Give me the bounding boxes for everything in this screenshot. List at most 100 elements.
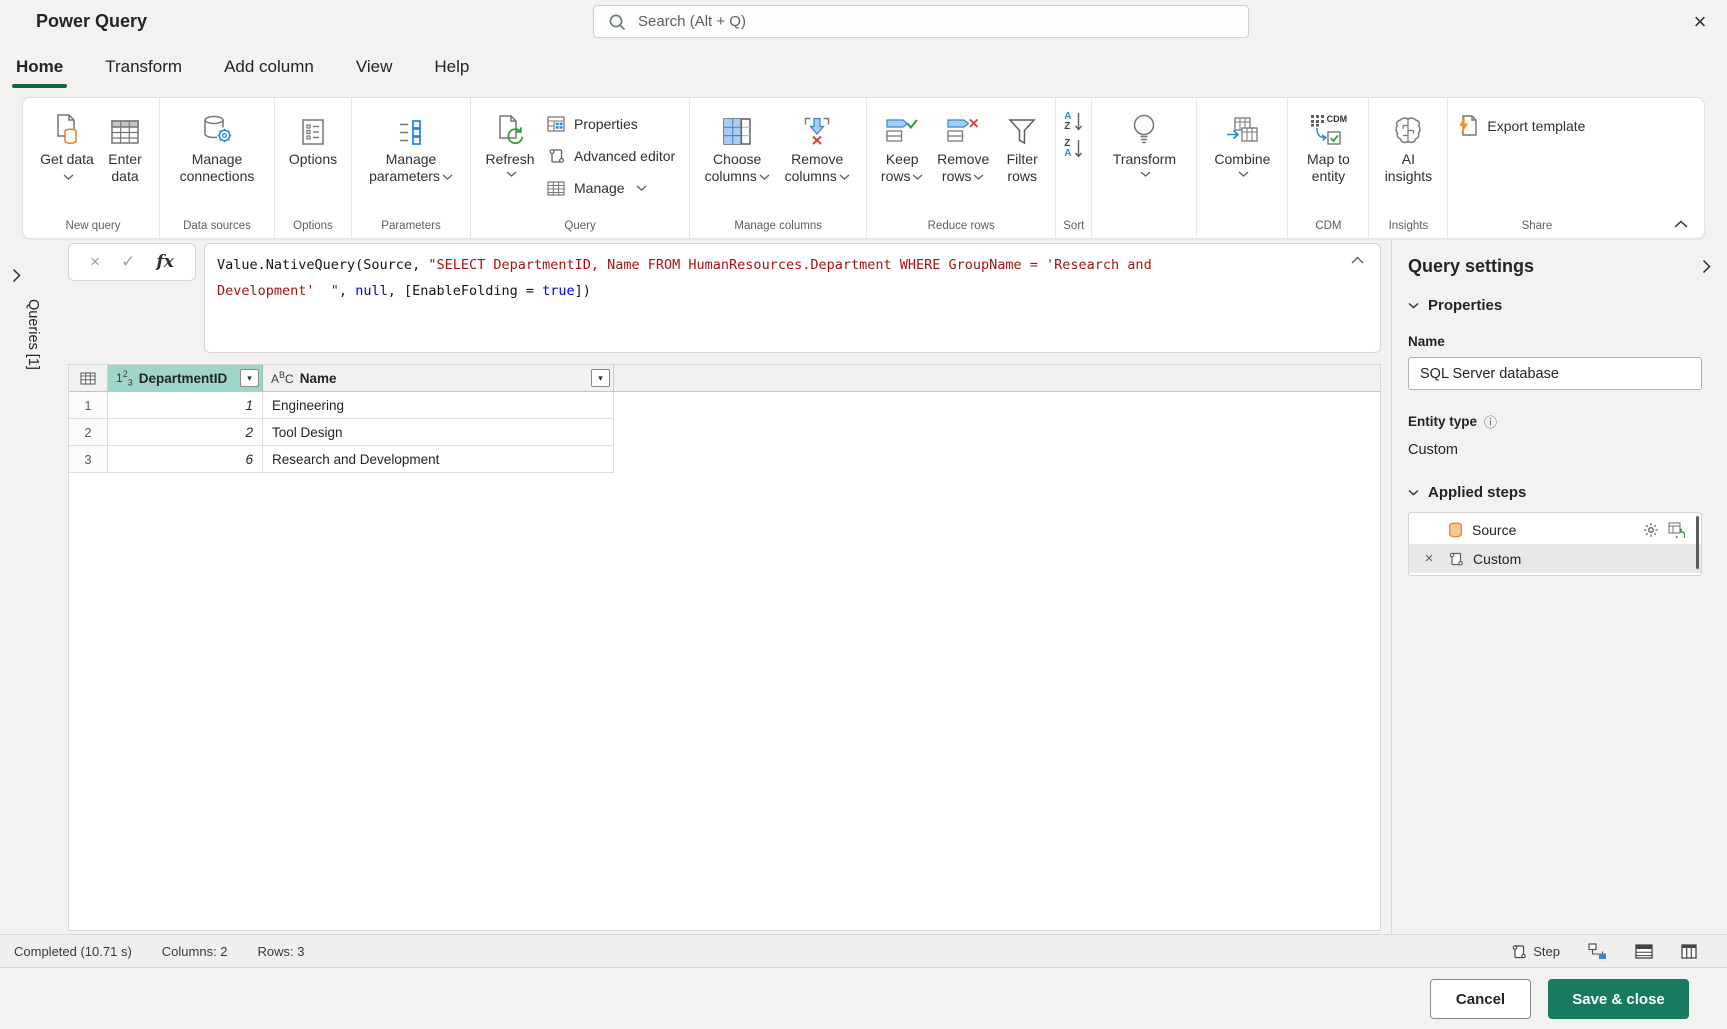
remove-columns-button[interactable]: Remove columns bbox=[776, 106, 858, 187]
ribbon-group-manage-columns: Choose columns Remove columns Manage col… bbox=[689, 98, 866, 238]
keep-rows-button[interactable]: Keep rows bbox=[875, 106, 929, 187]
chevron-down-icon bbox=[1408, 489, 1419, 496]
refresh-button[interactable]: Refresh bbox=[479, 106, 541, 179]
chevron-down-icon bbox=[636, 185, 647, 191]
table-row: 3 6 Research and Development bbox=[69, 446, 1380, 473]
close-icon[interactable]: × bbox=[1683, 6, 1717, 38]
transform-button[interactable]: Transform bbox=[1100, 106, 1188, 179]
ribbon-tabs: Home Transform Add column View Help bbox=[0, 44, 471, 90]
query-folding-indicator-icon[interactable] bbox=[1668, 521, 1685, 538]
query-name-input[interactable] bbox=[1408, 357, 1702, 390]
fx-icon: fx bbox=[156, 252, 174, 272]
formula-input[interactable]: Value.NativeQuery(Source, "SELECT Depart… bbox=[204, 243, 1381, 353]
name-label: Name bbox=[1408, 334, 1445, 349]
combine-button[interactable]: Combine bbox=[1205, 106, 1279, 179]
advanced-editor-button[interactable]: Advanced editor bbox=[541, 140, 681, 172]
search-input[interactable] bbox=[636, 12, 1248, 31]
data-view-icon[interactable] bbox=[1635, 943, 1653, 959]
collapse-ribbon-icon[interactable] bbox=[1674, 220, 1688, 228]
delete-step-icon[interactable]: × bbox=[1419, 550, 1439, 567]
confirm-formula-icon[interactable]: ✓ bbox=[121, 252, 135, 272]
remove-rows-button[interactable]: Remove rows bbox=[929, 106, 997, 187]
step-view-toggle[interactable]: Step bbox=[1511, 943, 1560, 960]
properties-button[interactable]: Properties bbox=[541, 108, 681, 140]
status-rows: Rows: 3 bbox=[257, 943, 305, 959]
options-button[interactable]: Options bbox=[283, 106, 343, 170]
query-dependencies-icon[interactable] bbox=[1588, 942, 1607, 960]
chevron-down-icon bbox=[63, 174, 74, 181]
cell-departmentid[interactable]: 1 bbox=[108, 392, 263, 419]
cell-name[interactable]: Research and Development bbox=[263, 446, 614, 473]
cell-departmentid[interactable]: 2 bbox=[108, 419, 263, 446]
sort-descending-button[interactable]: ZA bbox=[1064, 139, 1083, 159]
manage-parameters-button[interactable]: Manage parameters bbox=[360, 106, 462, 187]
tab-transform[interactable]: Transform bbox=[103, 55, 184, 79]
group-label-manage-columns: Manage columns bbox=[734, 220, 822, 232]
queries-pane-label: Queries [1] bbox=[25, 299, 41, 370]
step-custom[interactable]: × Custom bbox=[1409, 544, 1701, 573]
cell-departmentid[interactable]: 6 bbox=[108, 446, 263, 473]
group-label-reduce-rows: Reduce rows bbox=[927, 220, 995, 232]
applied-steps-section-header[interactable]: Applied steps bbox=[1408, 484, 1711, 501]
cancel-button[interactable]: Cancel bbox=[1430, 979, 1531, 1019]
chevron-down-icon bbox=[912, 174, 923, 181]
entity-type-value: Custom bbox=[1408, 442, 1458, 458]
status-columns: Columns: 2 bbox=[161, 943, 228, 959]
group-label-data-sources: Data sources bbox=[183, 220, 251, 232]
manage-button[interactable]: Manage bbox=[541, 172, 681, 204]
scrollbar-thumb[interactable] bbox=[1696, 516, 1699, 569]
filter-dropdown-icon[interactable]: ▾ bbox=[240, 369, 259, 387]
properties-section-header[interactable]: Properties bbox=[1408, 297, 1711, 314]
tab-add-column[interactable]: Add column bbox=[222, 55, 316, 79]
save-and-close-button[interactable]: Save & close bbox=[1548, 979, 1689, 1019]
row-number[interactable]: 2 bbox=[69, 419, 108, 446]
filter-dropdown-icon[interactable]: ▾ bbox=[591, 369, 610, 387]
info-icon[interactable]: ⓘ bbox=[1484, 412, 1497, 431]
tab-view[interactable]: View bbox=[354, 55, 395, 79]
manage-parameters-icon bbox=[396, 108, 426, 146]
chevron-down-icon bbox=[1140, 171, 1151, 177]
ribbon-group-cdm: CDM Map to entity CDM bbox=[1287, 98, 1368, 238]
status-bar: Completed (10.71 s) Columns: 2 Rows: 3 S… bbox=[0, 934, 1727, 968]
row-number[interactable]: 1 bbox=[69, 392, 108, 419]
queries-pane[interactable]: Queries [1] bbox=[12, 250, 58, 370]
table-icon bbox=[80, 371, 96, 385]
cell-name[interactable]: Tool Design bbox=[263, 419, 614, 446]
arrow-down-icon bbox=[1074, 112, 1083, 132]
column-header-name[interactable]: ABC Name ▾ bbox=[263, 365, 614, 392]
query-settings-title: Query settings bbox=[1408, 256, 1535, 276]
table-row: 2 2 Tool Design bbox=[69, 419, 1380, 446]
cancel-formula-icon[interactable]: × bbox=[90, 252, 100, 272]
collapse-formula-icon[interactable] bbox=[1351, 256, 1364, 264]
export-template-button[interactable]: Export template bbox=[1456, 106, 1585, 137]
titlebar: Power Query × bbox=[0, 0, 1727, 44]
map-to-entity-button[interactable]: CDM Map to entity bbox=[1296, 106, 1360, 187]
choose-columns-icon bbox=[721, 108, 753, 146]
step-source[interactable]: Source bbox=[1409, 515, 1701, 544]
ribbon-group-options: Options Options bbox=[274, 98, 351, 238]
column-header-departmentid[interactable]: 123 DepartmentID ▾ bbox=[108, 365, 263, 392]
number-type-icon: 123 bbox=[116, 368, 133, 388]
enter-data-button[interactable]: Enter data bbox=[99, 106, 151, 187]
choose-columns-button[interactable]: Choose columns bbox=[698, 106, 776, 187]
group-label-query: Query bbox=[564, 220, 596, 232]
tab-home[interactable]: Home bbox=[11, 55, 68, 88]
filter-rows-button[interactable]: Filter rows bbox=[997, 106, 1047, 187]
step-settings-gear-icon[interactable] bbox=[1643, 522, 1659, 538]
schema-view-icon[interactable] bbox=[1681, 943, 1697, 959]
get-data-button[interactable]: Get data bbox=[35, 106, 99, 187]
ai-insights-button[interactable]: AI insights bbox=[1377, 106, 1439, 187]
collapse-panel-icon[interactable] bbox=[1702, 259, 1711, 274]
cell-name[interactable]: Engineering bbox=[263, 392, 614, 419]
ribbon: Get data Enter data New query Manage con… bbox=[22, 97, 1705, 239]
sort-ascending-button[interactable]: AZ bbox=[1064, 112, 1083, 132]
chevron-down-icon bbox=[759, 174, 770, 181]
row-number[interactable]: 3 bbox=[69, 446, 108, 473]
chevron-down-icon bbox=[1238, 171, 1249, 177]
select-all-corner[interactable] bbox=[69, 365, 108, 392]
chevron-right-icon[interactable] bbox=[12, 268, 58, 283]
tab-help[interactable]: Help bbox=[432, 55, 471, 79]
remove-rows-icon bbox=[946, 108, 980, 146]
search-box[interactable] bbox=[593, 5, 1249, 38]
manage-connections-button[interactable]: Manage connections bbox=[168, 106, 266, 187]
